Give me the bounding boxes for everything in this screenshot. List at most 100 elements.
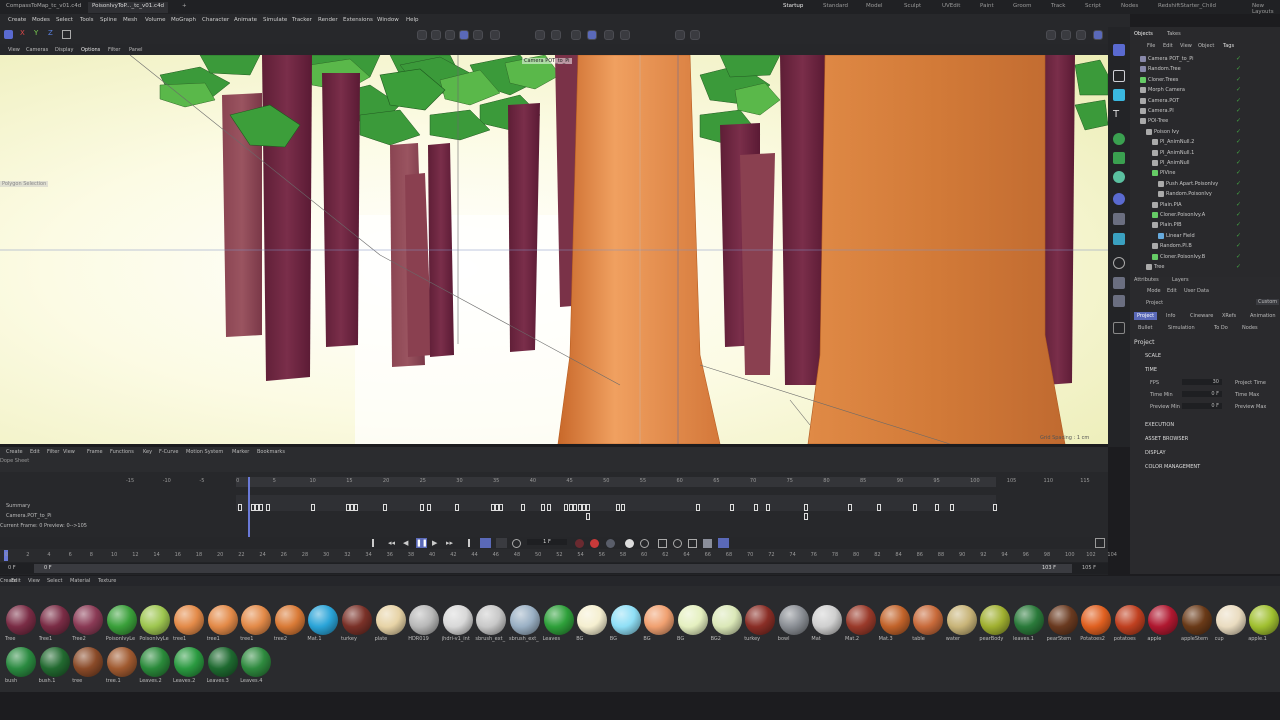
tab-layers[interactable]: Layers xyxy=(1172,277,1189,283)
layout-model[interactable]: Model xyxy=(866,3,883,9)
menu-mograph[interactable]: MoGraph xyxy=(171,17,196,23)
visibility-check-icon[interactable]: ✓ xyxy=(1236,86,1241,93)
pause-button[interactable]: ❚❚ xyxy=(416,538,428,548)
pla-icon[interactable] xyxy=(640,539,649,548)
mat-menu-select[interactable]: Select xyxy=(47,578,62,584)
object-row[interactable]: Cloner.PoisonIvy.A ✓ xyxy=(1130,210,1280,221)
keyframe-marker[interactable] xyxy=(754,504,758,511)
object-row[interactable]: Cloner.PoisonIvy.B ✓ xyxy=(1130,252,1280,263)
obj-menu-file[interactable]: File xyxy=(1147,43,1155,49)
record-icon[interactable] xyxy=(575,539,584,548)
subtab-simulation[interactable]: Simulation xyxy=(1168,325,1195,331)
layout-script[interactable]: Script xyxy=(1085,3,1101,9)
material-swatch[interactable]: HDR019 xyxy=(406,605,440,647)
dope-sheet[interactable]: Dope Sheet Summary Camera.POT_to_Pi Curr… xyxy=(0,457,1108,537)
mat-menu-texture[interactable]: Texture xyxy=(98,578,116,584)
menu-tracker[interactable]: Tracker xyxy=(292,17,312,23)
timeline-menu-item[interactable]: Filter xyxy=(47,449,59,455)
axis-y-icon[interactable]: Y xyxy=(34,29,38,37)
vp-menu-options[interactable]: Options xyxy=(81,47,100,53)
generator-icon[interactable] xyxy=(1113,133,1125,145)
keyframe-marker[interactable] xyxy=(586,504,590,511)
keyframe-marker[interactable] xyxy=(935,504,939,511)
vp-menu-cameras[interactable]: Cameras xyxy=(26,47,48,53)
next-key-icon[interactable]: ▸▸ xyxy=(446,539,453,547)
group-color-management[interactable]: COLOR MANAGEMENT xyxy=(1145,464,1200,470)
next-frame-icon[interactable]: ▶ xyxy=(432,539,437,547)
layout-1-icon[interactable] xyxy=(1046,30,1056,40)
object-row[interactable]: Random.Tree ✓ xyxy=(1130,64,1280,75)
visibility-check-icon[interactable]: ✓ xyxy=(1236,65,1241,72)
material-swatch[interactable]: PoisonIvyLe xyxy=(137,605,171,647)
material-swatch[interactable]: sbrush_ext_ xyxy=(473,605,507,647)
workplane-icon[interactable] xyxy=(551,30,561,40)
layout-standard[interactable]: Standard xyxy=(823,3,848,9)
solo-icon[interactable] xyxy=(587,30,597,40)
material-swatch[interactable]: tree1 xyxy=(205,605,238,647)
doc-tab-compass[interactable]: CompassToMap_tc_v01.c4d xyxy=(2,2,85,13)
attr-menu-userdata[interactable]: User Data xyxy=(1184,288,1209,294)
material-swatch[interactable]: apple.1 xyxy=(1246,605,1280,647)
menu-simulate[interactable]: Simulate xyxy=(263,17,287,23)
material-swatch[interactable]: tree1 xyxy=(171,605,204,647)
keyframe-marker[interactable] xyxy=(586,513,590,520)
subtab-project[interactable]: Project xyxy=(1134,312,1158,320)
material-swatch[interactable]: BG xyxy=(641,605,675,647)
keyframe-marker[interactable] xyxy=(696,504,700,511)
layout-nodes[interactable]: Nodes xyxy=(1121,3,1138,9)
subtab-todo[interactable]: To Do xyxy=(1214,325,1228,331)
keyframe-marker[interactable] xyxy=(311,504,315,511)
model-mode-icon[interactable] xyxy=(417,30,427,40)
max-frame-field[interactable]: 105 F xyxy=(1082,565,1096,571)
preview-start-field[interactable]: 0 F xyxy=(44,565,52,571)
layout-3-icon[interactable] xyxy=(1076,30,1086,40)
timeline-menu-item[interactable]: Edit xyxy=(30,449,40,455)
object-row[interactable]: Camera.POT ✓ xyxy=(1130,96,1280,107)
light-icon[interactable] xyxy=(1113,233,1125,245)
visibility-check-icon[interactable]: ✓ xyxy=(1236,242,1241,249)
keyframe-marker[interactable] xyxy=(259,504,263,511)
timeline-menu-item[interactable]: Functions xyxy=(110,449,134,455)
material-swatch[interactable]: pearStem xyxy=(1045,605,1078,647)
timeline-menu-item[interactable]: Marker xyxy=(232,449,249,455)
layout-paint[interactable]: Paint xyxy=(980,3,994,9)
material-swatch[interactable]: turkey xyxy=(339,605,372,647)
group-time[interactable]: TIME xyxy=(1145,367,1157,373)
timeline-menu-item[interactable]: F-Curve xyxy=(159,449,178,455)
keyframe-marker[interactable] xyxy=(499,504,503,511)
vp-menu-view[interactable]: View xyxy=(8,47,20,53)
mat-menu-material[interactable]: Material xyxy=(70,578,90,584)
keyframe-marker[interactable] xyxy=(541,504,545,511)
object-row[interactable]: Cloner.Trees ✓ xyxy=(1130,75,1280,86)
fps-icon[interactable] xyxy=(496,538,507,548)
keyframe-marker[interactable] xyxy=(616,504,620,511)
object-row[interactable]: Random.PoisonIvy ✓ xyxy=(1130,189,1280,200)
loop-icon[interactable] xyxy=(480,538,491,548)
guide-icon[interactable] xyxy=(620,30,630,40)
object-row[interactable]: Plain.PIB ✓ xyxy=(1130,220,1280,231)
mograph-icon[interactable] xyxy=(1113,152,1125,164)
visibility-check-icon[interactable]: ✓ xyxy=(1236,180,1241,187)
material-swatch[interactable]: BG xyxy=(608,605,641,647)
visibility-check-icon[interactable]: ✓ xyxy=(1236,107,1241,114)
deformer-icon[interactable] xyxy=(1113,171,1125,183)
attr-menu-mode[interactable]: Mode xyxy=(1147,288,1161,294)
keyframe-marker[interactable] xyxy=(427,504,431,511)
field-timemin[interactable]: 0 F xyxy=(1182,391,1222,397)
object-row[interactable]: Tree ✓ xyxy=(1130,262,1280,273)
menu-animate[interactable]: Animate xyxy=(234,17,257,23)
visibility-check-icon[interactable]: ✓ xyxy=(1236,128,1241,135)
material-swatch[interactable]: water xyxy=(944,605,977,647)
keyframe-marker[interactable] xyxy=(354,504,358,511)
object-row[interactable]: Linear Field ✓ xyxy=(1130,231,1280,242)
track-summary[interactable]: Summary xyxy=(6,503,30,509)
keyframe-marker[interactable] xyxy=(238,504,242,511)
keyframe-marker[interactable] xyxy=(804,513,808,520)
field-fps[interactable]: 30 xyxy=(1182,379,1222,385)
menu-render[interactable]: Render xyxy=(318,17,338,23)
keyframe-marker[interactable] xyxy=(266,504,270,511)
material-swatch[interactable]: Mat.3 xyxy=(877,605,910,647)
material-swatch[interactable]: BG xyxy=(574,605,608,647)
subtab-info[interactable]: Info xyxy=(1166,313,1175,319)
texture-mode-icon[interactable] xyxy=(431,30,441,40)
